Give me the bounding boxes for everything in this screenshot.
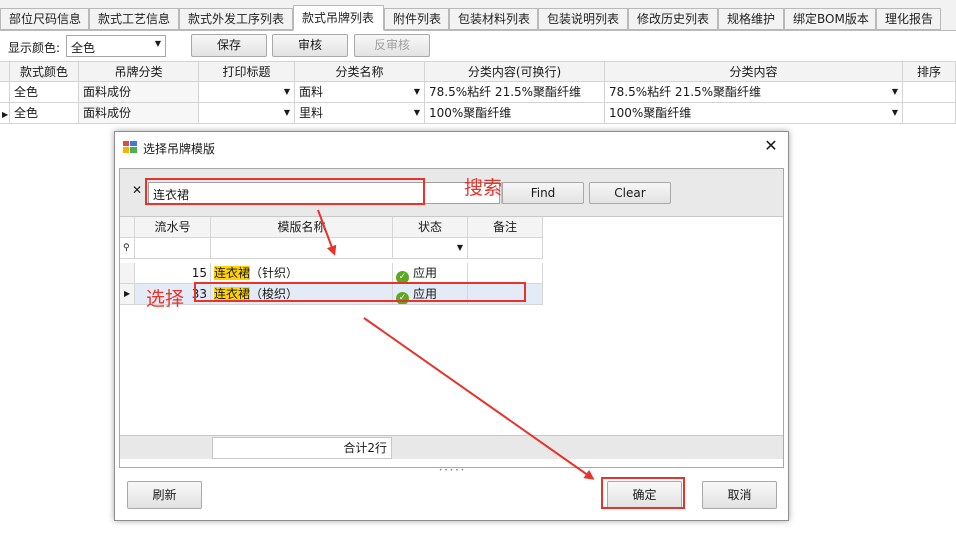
arrow-to-confirm: [363, 317, 595, 480]
tab-hangtag-list[interactable]: 款式吊牌列表: [293, 5, 384, 31]
arrow-to-row: [317, 209, 337, 256]
annotation-arrows: [317, 209, 595, 480]
